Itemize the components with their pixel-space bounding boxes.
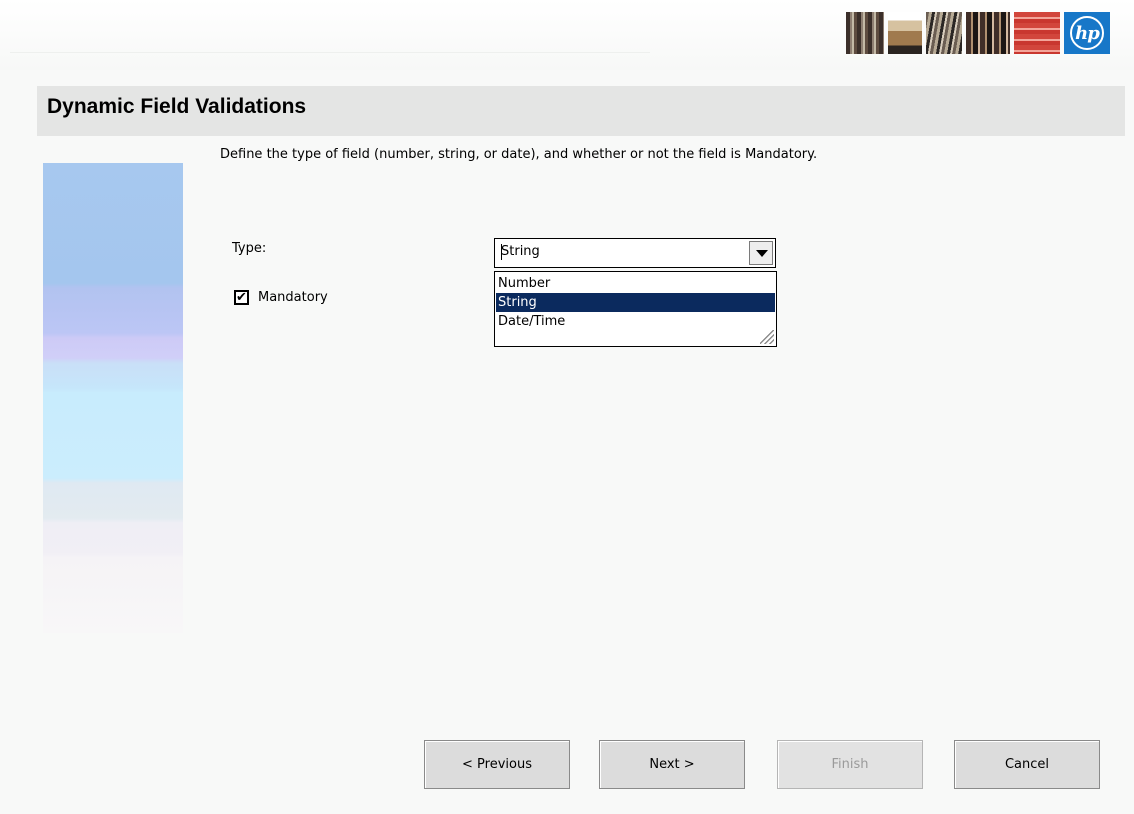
header-divider	[10, 52, 650, 53]
checkmark-icon: ✔	[236, 290, 247, 305]
finish-button[interactable]: Finish	[777, 740, 923, 789]
resize-grip-icon[interactable]	[760, 330, 774, 344]
instructions-text: Define the type of field (number, string…	[220, 147, 818, 162]
banner-photo-strip	[888, 12, 922, 54]
hp-logo-mark: hp	[1070, 16, 1104, 50]
mandatory-checkbox[interactable]: ✔	[234, 290, 249, 305]
banner-photo-strip	[846, 12, 884, 54]
brand-banner: hp	[846, 12, 1110, 54]
banner-photo-strip	[926, 12, 962, 54]
banner-photo-strip	[1014, 12, 1060, 54]
dropdown-button[interactable]	[749, 241, 773, 265]
type-combobox[interactable]: String	[494, 238, 776, 268]
type-combobox-value[interactable]: String	[501, 244, 540, 259]
cancel-button[interactable]: Cancel	[954, 740, 1100, 789]
mandatory-label[interactable]: Mandatory	[258, 290, 328, 305]
type-label: Type:	[232, 241, 267, 256]
type-dropdown-list[interactable]: Number String Date/Time	[494, 271, 777, 347]
type-option-number[interactable]: Number	[496, 274, 775, 293]
mandatory-row[interactable]: ✔ Mandatory	[234, 290, 328, 305]
type-option-string[interactable]: String	[496, 293, 775, 312]
chevron-down-icon	[756, 250, 768, 257]
banner-photo-strip	[966, 12, 1010, 54]
type-option-datetime[interactable]: Date/Time	[496, 312, 775, 331]
next-button[interactable]: Next >	[599, 740, 745, 789]
title-bar: Dynamic Field Validations	[37, 86, 1125, 136]
page-title: Dynamic Field Validations	[47, 95, 307, 118]
text-caret	[501, 244, 502, 260]
decorative-side-panel	[43, 163, 183, 633]
hp-logo: hp	[1064, 12, 1110, 54]
previous-button[interactable]: < Previous	[424, 740, 570, 789]
